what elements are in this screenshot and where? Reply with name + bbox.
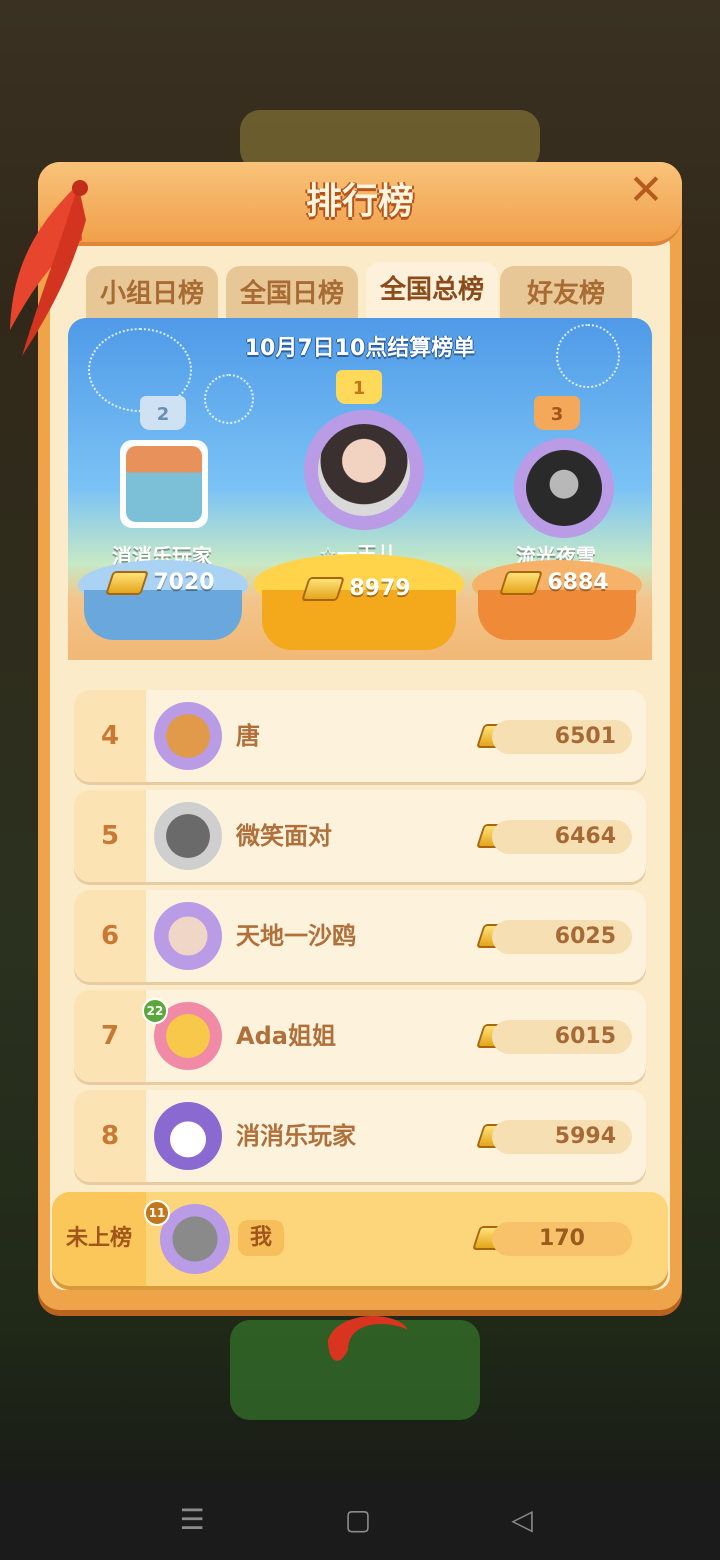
back-icon[interactable]: ◁: [502, 1500, 542, 1540]
rank-number: 4: [74, 690, 146, 782]
player-score: 6464: [492, 820, 632, 854]
tab-group-daily[interactable]: 小组日榜: [86, 266, 218, 322]
system-navbar: ☰ ▢ ◁: [0, 1478, 720, 1560]
crown-1-icon: 1: [336, 370, 382, 404]
tab-national-daily[interactable]: 全国日榜: [226, 266, 358, 322]
close-icon: ✕: [628, 165, 664, 214]
player-name: 唐: [236, 722, 260, 750]
ribbon-bottom-decoration: [328, 1316, 408, 1361]
podium-second-score: 7020: [80, 570, 244, 595]
list-item[interactable]: 6 天地一沙鸥 6025: [74, 890, 646, 982]
rank-number: 5: [74, 790, 146, 882]
list-item[interactable]: 4 唐 6501: [74, 690, 646, 782]
podium-area: 10月7日10点结算榜单 2 消消乐玩家 7020 1 ☆一玉儿 8979 3 …: [68, 318, 652, 660]
tab-national-total[interactable]: 全国总榜: [366, 262, 498, 322]
player-score: 5994: [492, 1120, 632, 1154]
tab-friends[interactable]: 好友榜: [500, 266, 632, 322]
player-name: Ada姐姐: [236, 1022, 336, 1050]
player-score: 6025: [492, 920, 632, 954]
player-name: 微笑面对: [236, 822, 332, 850]
rank-number: 8: [74, 1090, 146, 1182]
tab-bar: 小组日榜 全国日榜 全国总榜 好友榜: [86, 262, 646, 322]
list-item[interactable]: 7 22 Ada姐姐 6015: [74, 990, 646, 1082]
panel-header: 排行榜 ✕: [38, 162, 682, 246]
close-button[interactable]: ✕: [624, 168, 668, 212]
gold-bar-icon: [105, 571, 150, 595]
avatar[interactable]: [154, 902, 222, 970]
player-name: 天地一沙鸥: [236, 922, 356, 950]
player-name: 消消乐玩家: [236, 1122, 356, 1150]
avatar[interactable]: [154, 702, 222, 770]
background-banner: [240, 110, 540, 170]
podium-third-score: 6884: [474, 570, 638, 595]
player-score: 6501: [492, 720, 632, 754]
level-badge: 22: [142, 998, 168, 1024]
menu-icon[interactable]: ☰: [172, 1500, 212, 1540]
my-rank-row[interactable]: 未上榜 11 我 170: [52, 1192, 668, 1286]
avatar-first[interactable]: [304, 410, 424, 530]
level-badge: 11: [144, 1200, 170, 1226]
player-score: 6015: [492, 1020, 632, 1054]
podium-first-score: 8979: [258, 576, 458, 601]
page-title: 排行榜: [305, 181, 414, 222]
firework-decoration: [204, 374, 254, 424]
crown-3-icon: 3: [534, 396, 580, 430]
firework-decoration: [556, 324, 620, 388]
list-item[interactable]: 8 消消乐玩家 5994: [74, 1090, 646, 1182]
avatar-third[interactable]: [514, 438, 614, 538]
crown-2-icon: 2: [140, 396, 186, 430]
my-avatar[interactable]: [160, 1204, 230, 1274]
my-name: 我: [238, 1220, 285, 1256]
avatar[interactable]: [154, 802, 222, 870]
gold-bar-icon: [301, 577, 346, 601]
gold-bar-icon: [499, 571, 544, 595]
my-rank-label: 未上榜: [52, 1192, 146, 1286]
rank-number: 7: [74, 990, 146, 1082]
home-icon[interactable]: ▢: [338, 1500, 378, 1540]
list-item[interactable]: 5 微笑面对 6464: [74, 790, 646, 882]
avatar[interactable]: [154, 1102, 222, 1170]
my-score: 170: [492, 1222, 632, 1256]
avatar-second[interactable]: [120, 440, 208, 528]
rank-number: 6: [74, 890, 146, 982]
podium-first: [254, 554, 464, 650]
